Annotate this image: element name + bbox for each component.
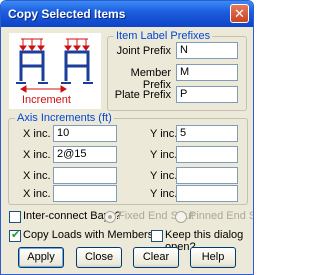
plate-prefix-input[interactable]: P	[176, 86, 238, 103]
title-bar[interactable]: Copy Selected Items ✕	[1, 1, 253, 27]
copy-loads-checkbox[interactable]: ✔	[9, 229, 21, 242]
close-button[interactable]: Close	[76, 247, 122, 268]
x-inc-input-4[interactable]	[53, 185, 117, 202]
y-inc-input-2[interactable]	[176, 146, 238, 163]
checkmark-icon: ✔	[11, 229, 21, 241]
copy-loads-label: Copy Loads with Members?	[23, 229, 160, 241]
fixed-end-strut-radio[interactable]	[104, 211, 116, 223]
x-inc-label: X inc.	[23, 188, 51, 200]
y-inc-label: Y inc.	[150, 170, 178, 182]
axis-increments-legend: Axis Increments (ft)	[17, 112, 112, 124]
y-inc-input-1[interactable]: 5	[176, 125, 238, 142]
window-title: Copy Selected Items	[8, 7, 126, 21]
x-inc-label: X inc.	[23, 128, 51, 140]
x-inc-input-3[interactable]	[53, 167, 117, 184]
y-inc-input-3[interactable]	[176, 167, 238, 184]
increment-caption: Increment	[22, 94, 71, 106]
y-inc-label: Y inc.	[150, 188, 178, 200]
keep-dialog-open-checkbox[interactable]	[151, 230, 163, 242]
item-label-prefixes-legend: Item Label Prefixes	[116, 30, 211, 42]
close-icon: ✕	[234, 6, 245, 21]
pinned-end-strut-label: Pinned End Strut	[189, 210, 253, 222]
plate-prefix-label: Plate Prefix	[114, 89, 171, 101]
member-prefix-input[interactable]: M	[176, 64, 238, 81]
member-prefix-label: Member Prefix	[130, 67, 171, 91]
y-inc-label: Y inc.	[150, 149, 178, 161]
copy-selected-items-dialog: Copy Selected Items ✕ Increment Item Lab…	[0, 0, 254, 275]
pinned-end-strut-radio[interactable]	[175, 211, 187, 223]
y-inc-label: Y inc.	[150, 128, 178, 140]
apply-button[interactable]: Apply	[18, 247, 64, 268]
help-button[interactable]: Help	[190, 247, 236, 268]
portal-frame-icon: Increment	[16, 38, 93, 106]
x-inc-input-1[interactable]: 10	[53, 125, 117, 142]
clear-button[interactable]: Clear	[133, 247, 179, 268]
close-window-button[interactable]: ✕	[230, 4, 249, 23]
frame-increment-diagram: Increment	[9, 33, 101, 109]
x-inc-input-2[interactable]: 2@15	[53, 146, 117, 163]
interconnect-bays-checkbox[interactable]	[9, 211, 21, 223]
joint-prefix-label: Joint Prefix	[116, 45, 171, 57]
y-inc-input-4[interactable]	[176, 185, 238, 202]
x-inc-label: X inc.	[23, 149, 51, 161]
x-inc-label: X inc.	[23, 170, 51, 182]
joint-prefix-input[interactable]: N	[176, 42, 238, 59]
